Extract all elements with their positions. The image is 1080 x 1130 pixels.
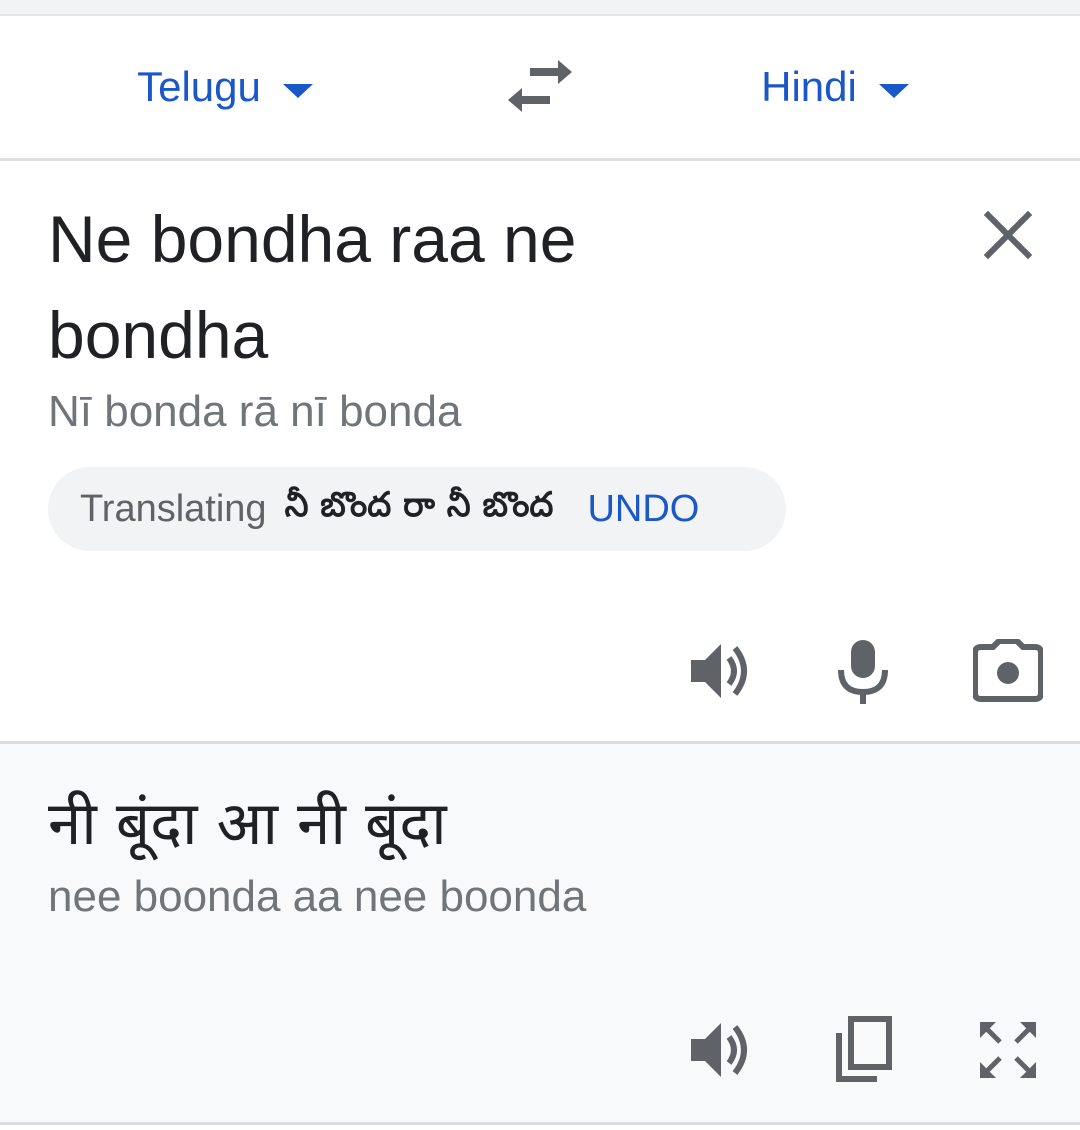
- source-transliteration: Nī bonda rā nī bonda: [48, 387, 462, 436]
- microphone-icon: [838, 640, 888, 704]
- translated-transliteration: nee boonda aa nee boonda: [48, 872, 587, 921]
- copy-button[interactable]: [823, 1010, 903, 1090]
- swap-languages-icon: [508, 60, 572, 112]
- target-language-label: Hindi: [761, 63, 857, 110]
- camera-icon: [973, 639, 1043, 702]
- language-bar: Telugu Hindi: [0, 16, 1080, 158]
- source-language-selector[interactable]: Telugu: [95, 16, 355, 158]
- clear-input-button[interactable]: [978, 205, 1038, 265]
- bottom-strip: [0, 1125, 1080, 1130]
- target-language-selector[interactable]: Hindi: [720, 16, 950, 158]
- chevron-down-icon: [878, 84, 909, 98]
- undo-button[interactable]: UNDO: [587, 488, 699, 531]
- speak-input-button[interactable]: [680, 631, 760, 711]
- close-icon: [983, 210, 1033, 260]
- translating-label: Translating: [80, 487, 267, 530]
- status-strip: [0, 0, 1080, 14]
- source-text-input[interactable]: Ne bondha raa ne bondha: [48, 191, 748, 383]
- speaker-icon: [691, 1023, 747, 1077]
- speaker-icon: [691, 644, 747, 698]
- output-panel: नी बूंदा आ नी बूंदा nee boonda aa nee bo…: [0, 744, 1080, 1122]
- translating-chip: Translating నీ బొంద రా నీ బొంద UNDO: [48, 467, 786, 551]
- fullscreen-button[interactable]: [968, 1010, 1048, 1090]
- camera-button[interactable]: [968, 631, 1048, 711]
- speak-output-button[interactable]: [680, 1010, 760, 1090]
- translated-text: नी बूंदा आ नी बूंदा: [48, 789, 447, 859]
- chevron-down-icon: [282, 84, 313, 98]
- source-language-label: Telugu: [137, 63, 261, 110]
- swap-languages-button[interactable]: [500, 56, 580, 116]
- fullscreen-icon: [980, 1022, 1036, 1078]
- copy-icon: [836, 1016, 892, 1082]
- input-panel: Ne bondha raa ne bondha Nī bonda rā nī b…: [0, 161, 1080, 741]
- microphone-button[interactable]: [823, 631, 903, 711]
- translating-source-text: నీ బొంద రా నీ బొంద: [284, 485, 554, 525]
